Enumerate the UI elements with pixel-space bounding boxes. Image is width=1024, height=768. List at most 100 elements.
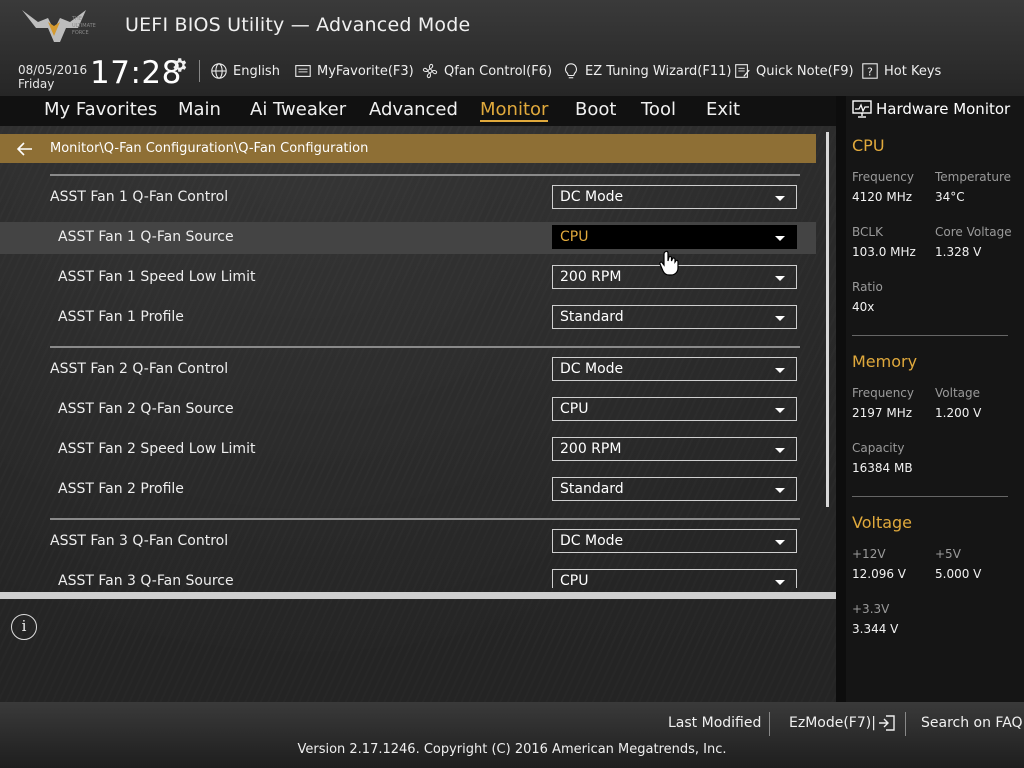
ez-tuning-wizard-label: EZ Tuning Wizard(F11) [585,63,732,79]
group-divider [50,346,800,348]
date-text: 08/05/2016 [18,63,88,77]
tab-ai-tweaker[interactable]: Ai Tweaker [250,99,346,120]
setting-row-fan1-low-limit[interactable]: ASST Fan 1 Speed Low Limit 200 RPM [0,262,816,294]
gear-icon[interactable] [170,56,188,74]
footer-bar [0,702,1024,768]
dropdown-caret-icon [775,488,785,493]
fan2-control-select[interactable]: DC Mode [552,357,797,381]
setting-row-fan1-source[interactable]: ASST Fan 1 Q-Fan Source CPU [0,222,816,254]
info-icon: i [11,614,37,640]
tab-my-favorites[interactable]: My Favorites [44,99,157,120]
logo-text-1: THE [71,16,82,22]
setting-row-fan2-source[interactable]: ASST Fan 2 Q-Fan Source CPU [0,394,816,426]
tab-exit[interactable]: Exit [706,99,740,120]
dropdown-caret-icon [775,448,785,453]
ezmode-button[interactable]: EzMode(F7)| [789,715,896,731]
group-divider [50,518,800,520]
select-value: CPU [560,229,589,245]
hw-divider [852,335,1008,336]
setting-label: ASST Fan 2 Profile [58,481,184,497]
toolbar-separator [199,60,200,82]
cpu-heading: CPU [852,136,885,155]
setting-label: ASST Fan 2 Speed Low Limit [58,441,256,457]
setting-row-fan3-control[interactable]: ASST Fan 3 Q-Fan Control DC Mode [0,526,816,558]
settings-list: ASST Fan 1 Q-Fan Control DC Mode ASST Fa… [0,126,838,588]
ezmode-label: EzMode(F7)| [789,715,876,731]
core-voltage-value: 1.328 V [935,245,982,259]
last-modified-button[interactable]: Last Modified [668,715,761,731]
setting-row-fan2-low-limit[interactable]: ASST Fan 2 Speed Low Limit 200 RPM [0,434,816,466]
dropdown-caret-icon [775,540,785,545]
cpu-frequency-value: 4120 MHz [852,190,913,204]
fan3-source-select[interactable]: CPU [552,569,797,588]
setting-label: ASST Fan 1 Q-Fan Source [58,229,234,245]
hw-divider [852,496,1008,497]
qfan-control-button[interactable]: Qfan Control(F6) [421,60,552,82]
setting-label: ASST Fan 1 Profile [58,309,184,325]
setting-row-fan3-source[interactable]: ASST Fan 3 Q-Fan Source CPU [0,566,816,588]
v12-value: 12.096 V [852,567,907,581]
capacity-value: 16384 MB [852,461,913,475]
memory-voltage-label: Voltage [935,386,981,400]
favorite-list-icon [295,65,311,77]
capacity-label: Capacity [852,441,905,455]
date-display: 08/05/2016 Friday [18,63,87,91]
tab-advanced[interactable]: Advanced [369,99,458,120]
cpu-frequency-label: Frequency [852,170,914,184]
footer-separator [769,712,770,736]
v5-label: +5V [935,547,961,561]
dropdown-caret-icon [775,196,785,201]
tab-boot[interactable]: Boot [575,99,616,120]
fan1-control-select[interactable]: DC Mode [552,185,797,209]
select-value: CPU [560,573,589,588]
qfan-control-label: Qfan Control(F6) [444,63,553,79]
select-value: 200 RPM [560,441,622,457]
setting-label: ASST Fan 3 Q-Fan Source [58,573,234,588]
search-faq-button[interactable]: Search on FAQ [921,715,1023,731]
select-value: DC Mode [560,189,624,205]
fan2-source-select[interactable]: CPU [552,397,797,421]
bclk-label: BCLK [852,225,883,239]
fan2-low-limit-select[interactable]: 200 RPM [552,437,797,461]
monitor-icon [852,100,872,118]
memory-frequency-label: Frequency [852,386,914,400]
setting-label: ASST Fan 1 Q-Fan Control [50,189,229,205]
fan3-control-select[interactable]: DC Mode [552,529,797,553]
fan-icon [422,63,438,79]
fan1-profile-select[interactable]: Standard [552,305,797,329]
hardware-monitor-title: Hardware Monitor [852,100,1010,118]
setting-row-fan1-profile[interactable]: ASST Fan 1 Profile Standard [0,302,816,334]
hot-keys-button[interactable]: ? Hot Keys [861,60,941,82]
tab-tool[interactable]: Tool [641,99,676,120]
ez-tuning-wizard-button[interactable]: EZ Tuning Wizard(F11) [562,60,731,82]
svg-text:?: ? [867,66,873,79]
core-voltage-label: Core Voltage [935,225,1012,239]
select-value: Standard [560,309,624,325]
ratio-label: Ratio [852,280,883,294]
dropdown-caret-icon [775,236,785,241]
fan1-source-select[interactable]: CPU [552,225,797,249]
dropdown-caret-icon [775,316,785,321]
myfavorite-button[interactable]: MyFavorite(F3) [294,60,414,82]
question-icon: ? [862,63,878,79]
setting-row-fan2-control[interactable]: ASST Fan 2 Q-Fan Control DC Mode [0,354,816,386]
tab-main[interactable]: Main [178,99,221,120]
v33-label: +3.3V [852,602,890,616]
setting-label: ASST Fan 2 Q-Fan Source [58,401,234,417]
lightbulb-icon [565,63,577,79]
v33-value: 3.344 V [852,622,899,636]
clock: 17:28 [90,55,182,91]
dropdown-caret-icon [775,580,785,585]
setting-row-fan1-control[interactable]: ASST Fan 1 Q-Fan Control DC Mode [0,182,816,214]
hardware-monitor-label: Hardware Monitor [876,100,1011,118]
select-value: Standard [560,481,624,497]
setting-row-fan2-profile[interactable]: ASST Fan 2 Profile Standard [0,474,816,506]
language-button[interactable]: English [210,60,280,82]
fan2-profile-select[interactable]: Standard [552,477,797,501]
cpu-temperature-label: Temperature [935,170,1012,184]
panel-border [836,96,846,702]
quick-note-button[interactable]: Quick Note(F9) [733,60,854,82]
hot-keys-label: Hot Keys [884,63,942,79]
copyright-text: Version 2.17.1246. Copyright (C) 2016 Am… [297,742,727,757]
tab-monitor[interactable]: Monitor [480,99,549,122]
